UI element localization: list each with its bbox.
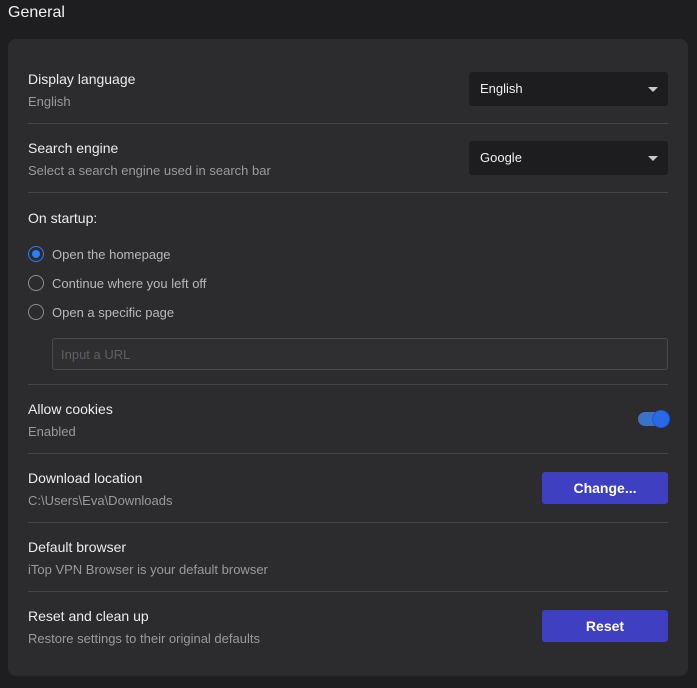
- toggle-knob: [652, 410, 670, 428]
- url-input[interactable]: [52, 338, 668, 370]
- chevron-down-icon: [648, 156, 658, 161]
- cookies-title: Allow cookies: [28, 401, 113, 417]
- radio-button[interactable]: [28, 246, 44, 262]
- reset-title: Reset and clean up: [28, 608, 149, 624]
- reset-subtitle: Restore settings to their original defau…: [28, 631, 260, 646]
- display-language-select[interactable]: English: [469, 72, 668, 106]
- startup-row: On startup: Open the homepage Continue w…: [28, 193, 668, 385]
- search-engine-select[interactable]: Google: [469, 141, 668, 175]
- download-row: Download location C:\Users\Eva\Downloads…: [28, 454, 668, 523]
- default-browser-title: Default browser: [28, 539, 127, 555]
- display-language-title: Display language: [28, 71, 136, 87]
- display-language-selected: English: [480, 81, 523, 96]
- page-title: General: [8, 4, 65, 21]
- cookies-subtitle: Enabled: [28, 424, 76, 439]
- radio-button[interactable]: [28, 304, 44, 320]
- default-browser-subtitle: iTop VPN Browser is your default browser: [28, 562, 268, 577]
- search-engine-title: Search engine: [28, 140, 119, 156]
- download-path: C:\Users\Eva\Downloads: [28, 493, 173, 508]
- search-engine-selected: Google: [480, 150, 522, 165]
- chevron-down-icon: [648, 87, 658, 92]
- reset-row: Reset and clean up Restore settings to t…: [28, 592, 668, 661]
- search-engine-subtitle: Select a search engine used in search ba…: [28, 163, 271, 178]
- cookies-row: Allow cookies Enabled: [28, 385, 670, 454]
- download-title: Download location: [28, 470, 143, 486]
- default-browser-row: Default browser iTop VPN Browser is your…: [28, 523, 668, 592]
- settings-panel: Display language English English Search …: [8, 39, 688, 676]
- cookies-toggle[interactable]: [638, 410, 670, 428]
- display-language-subtitle: English: [28, 94, 71, 109]
- search-engine-row: Search engine Select a search engine use…: [28, 124, 668, 193]
- startup-title: On startup:: [28, 210, 98, 226]
- radio-label: Open a specific page: [52, 305, 175, 320]
- radio-label: Continue where you left off: [52, 276, 207, 291]
- radio-label: Open the homepage: [52, 247, 171, 262]
- reset-button[interactable]: Reset: [542, 610, 668, 642]
- radio-button[interactable]: [28, 275, 44, 291]
- change-download-button[interactable]: Change...: [542, 472, 668, 504]
- display-language-row: Display language English English: [28, 39, 668, 124]
